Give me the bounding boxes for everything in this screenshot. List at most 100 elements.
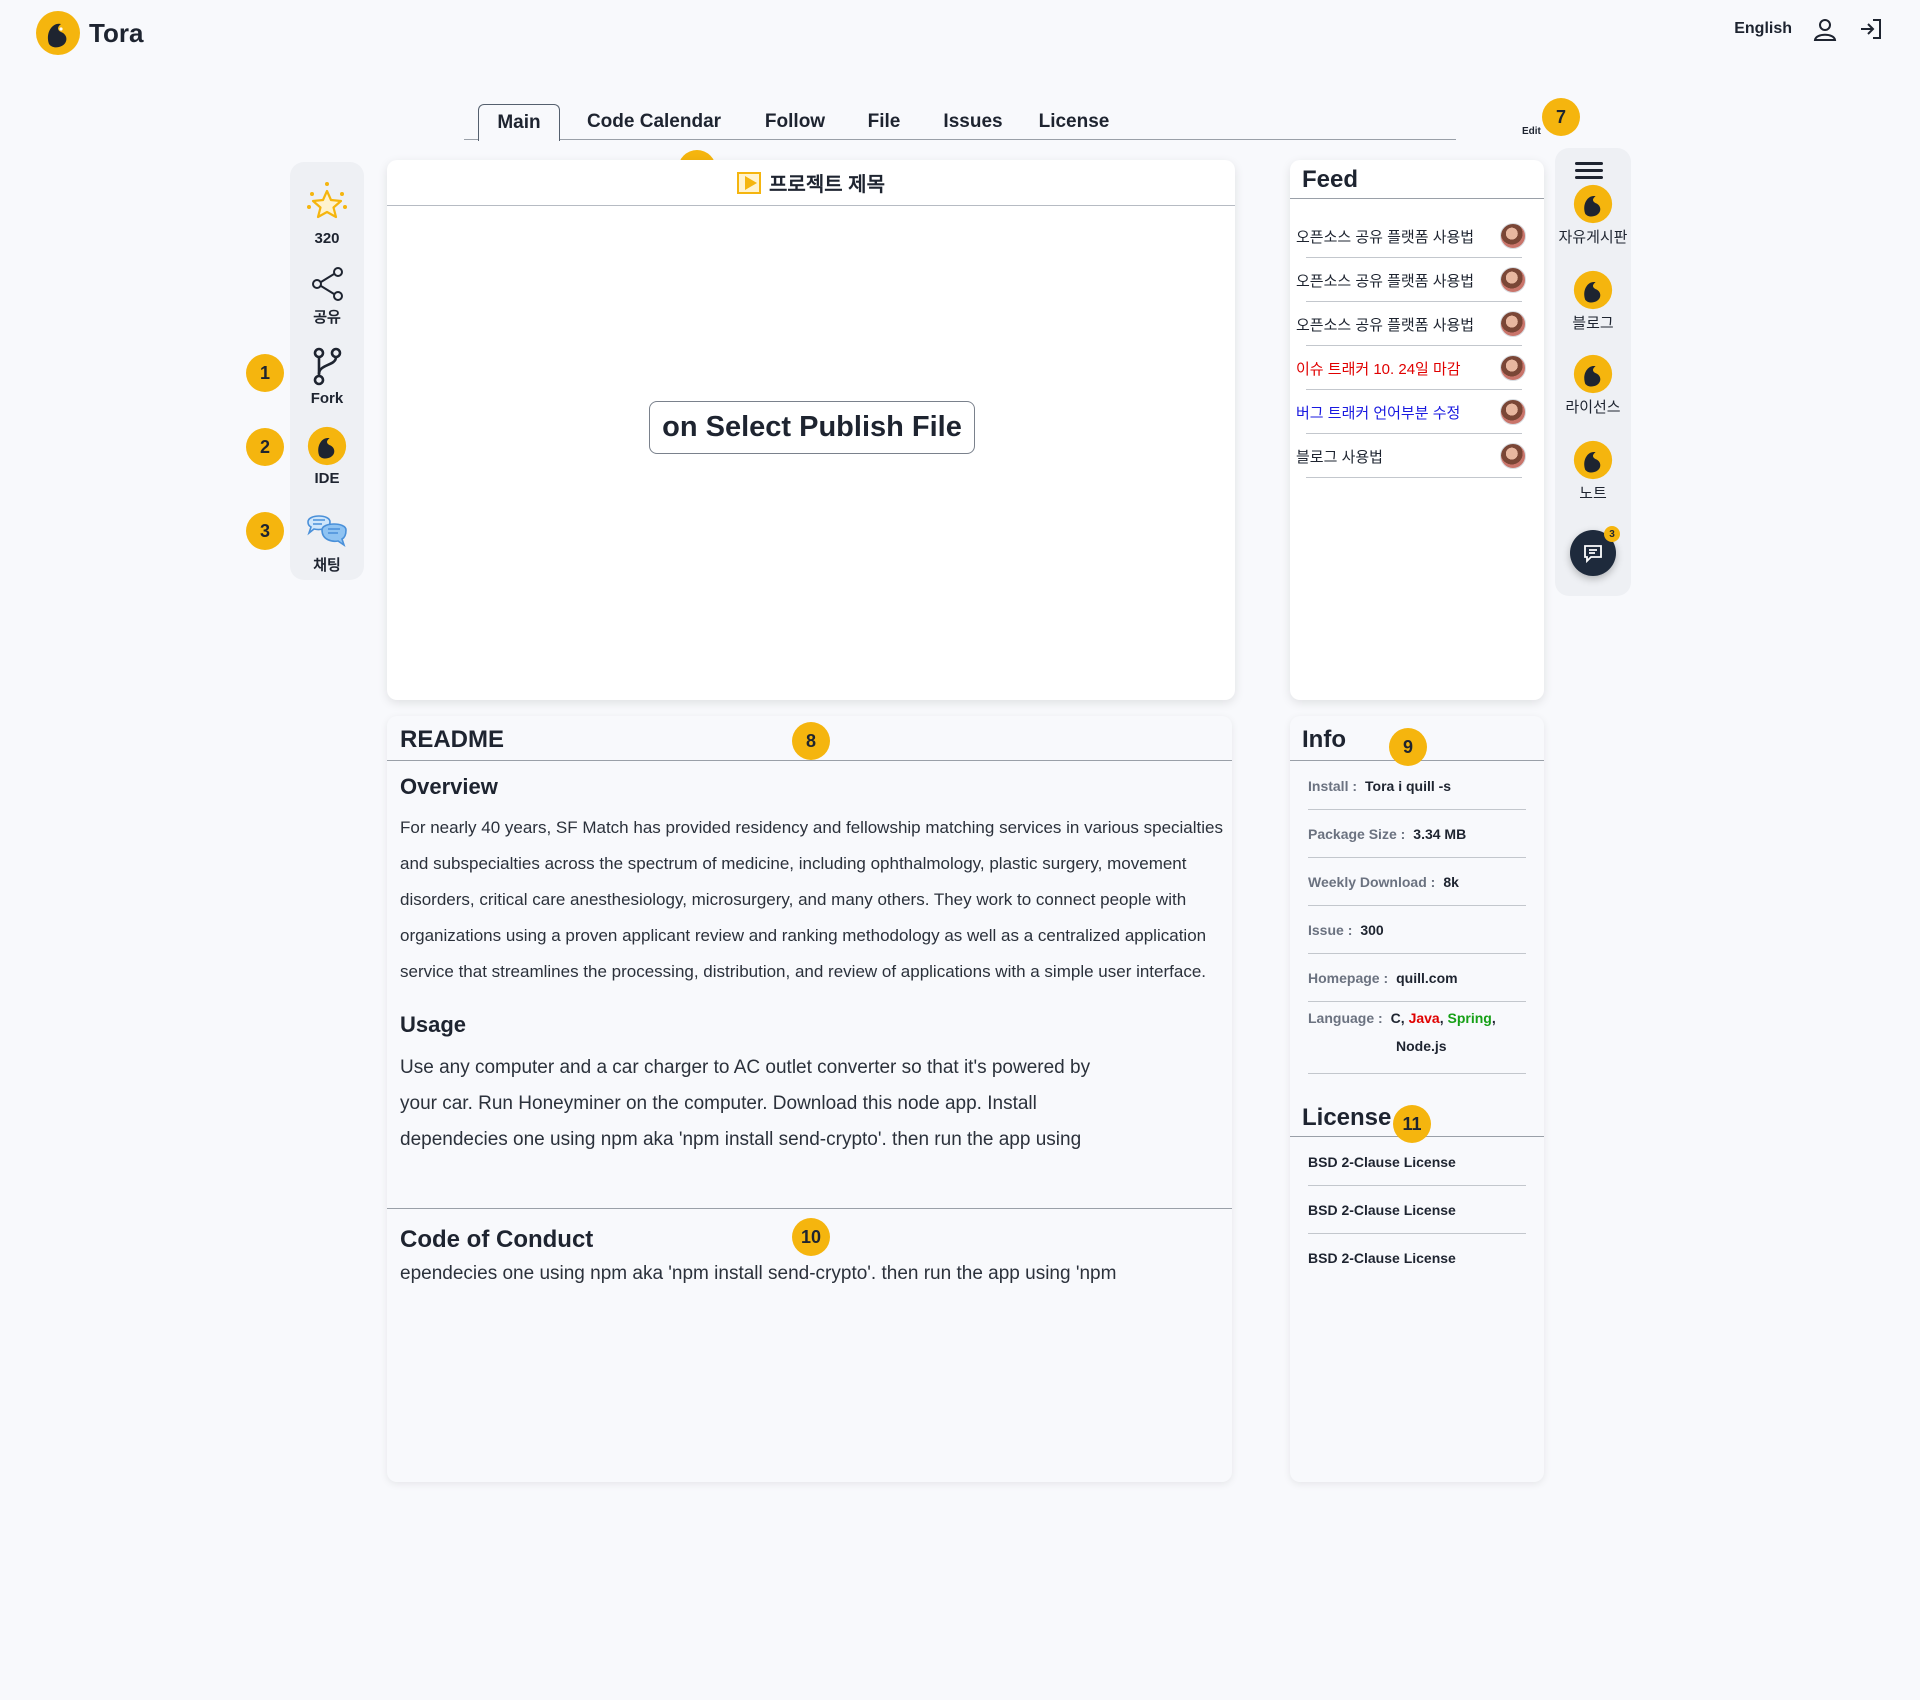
nav-note[interactable]: 노트 — [1555, 440, 1631, 503]
badge-7: 7 — [1542, 98, 1580, 136]
language-tag: C — [1390, 1010, 1401, 1026]
tab-issues[interactable]: Issues — [932, 104, 1014, 140]
share-label: 공유 — [313, 309, 341, 326]
project-title-bar: 프로젝트 제목 — [387, 160, 1235, 206]
conduct-heading: Code of Conduct — [400, 1226, 594, 1253]
ide-label: IDE — [314, 470, 340, 487]
language-selector[interactable]: English — [1734, 20, 1792, 38]
star-count: 320 — [314, 230, 340, 247]
info-value: 3.34 MB — [1413, 826, 1467, 842]
tab-follow[interactable]: Follow — [750, 104, 840, 140]
right-nav-rail: 자유게시판 블로그 라이선스 노트 3 — [1555, 148, 1631, 596]
nav-label: 블로그 — [1572, 315, 1614, 332]
info-value: 300 — [1360, 922, 1384, 938]
tora-board-icon — [1573, 184, 1613, 224]
feed-item-text: 블로그 사용법 — [1296, 448, 1383, 466]
tab-file[interactable]: File — [856, 104, 912, 140]
conduct-text: ependecies one using npm aka 'npm instal… — [400, 1263, 1117, 1284]
edit-link[interactable]: Edit — [1522, 126, 1541, 137]
feed-item-text: 이슈 트래커 10. 24일 마감 — [1296, 360, 1461, 378]
overview-line: disorders, critical care anesthesiology,… — [400, 890, 1187, 909]
badge-10: 10 — [792, 1218, 830, 1256]
avatar — [1500, 443, 1526, 469]
feed-item[interactable]: 이슈 트래커 10. 24일 마감 — [1296, 346, 1530, 390]
nav-license[interactable]: 라이선스 — [1555, 354, 1631, 417]
license-item[interactable]: BSD 2-Clause License — [1308, 1138, 1526, 1186]
feed-item[interactable]: 버그 트래커 언어부분 수정 — [1296, 390, 1530, 434]
info-install-row: Install : Tora i quill -s — [1308, 762, 1526, 810]
nav-label: 자유게시판 — [1558, 229, 1628, 246]
info-value: 8k — [1443, 874, 1459, 890]
language-tag: Spring — [1447, 1010, 1492, 1026]
info-value: Tora i quill -s — [1365, 778, 1452, 794]
feed-item[interactable]: 오픈소스 공유 플랫폼 사용법 — [1296, 214, 1530, 258]
badge-1: 1 — [246, 354, 284, 392]
info-package-size-row: Package Size : 3.34 MB — [1308, 810, 1526, 858]
select-publish-file-button[interactable]: on Select Publish File — [649, 401, 975, 454]
homepage-link[interactable]: quill.com — [1396, 970, 1457, 986]
info-key: Issue : — [1308, 922, 1353, 938]
chat-fab-button[interactable]: 3 — [1570, 526, 1620, 576]
feed-item[interactable]: 블로그 사용법 — [1296, 434, 1530, 478]
login-icon[interactable] — [1858, 16, 1884, 42]
fork-icon — [313, 347, 342, 386]
license-item[interactable]: BSD 2-Clause License — [1308, 1186, 1526, 1234]
ide-button[interactable]: IDE — [290, 426, 364, 487]
info-title: Info — [1302, 726, 1346, 753]
message-icon — [1584, 545, 1602, 564]
feed-item[interactable]: 오픈소스 공유 플랫폼 사용법 — [1296, 302, 1530, 346]
project-title: 프로젝트 제목 — [769, 174, 885, 196]
feed-item-text: 오픈소스 공유 플랫폼 사용법 — [1296, 272, 1475, 290]
star-button[interactable]: 320 — [290, 180, 364, 247]
badge-3: 3 — [246, 512, 284, 550]
feed-divider — [1290, 198, 1544, 199]
language-tag: Java — [1408, 1010, 1440, 1026]
tab-main[interactable]: Main — [478, 104, 560, 141]
fork-button[interactable]: Fork — [290, 346, 364, 407]
chat-button[interactable]: 채팅 — [290, 508, 364, 575]
license-item[interactable]: BSD 2-Clause License — [1308, 1234, 1526, 1282]
chat-label: 채팅 — [313, 557, 341, 574]
readme-panel: README Overview For nearly 40 years, SF … — [387, 716, 1232, 1482]
info-issue-row: Issue : 300 — [1308, 906, 1526, 954]
license-name: BSD 2-Clause License — [1308, 1202, 1456, 1218]
overview-line: organizations using a proven applicant r… — [400, 926, 1207, 945]
logo[interactable]: Tora — [35, 10, 143, 56]
info-homepage-row: Homepage : quill.com — [1308, 954, 1526, 1002]
tora-note-icon — [1573, 440, 1613, 480]
app-name: Tora — [89, 17, 144, 48]
overview-line: service that streamlines the processing,… — [400, 962, 1206, 981]
readme-divider — [387, 760, 1232, 761]
menu-icon[interactable] — [1575, 162, 1603, 180]
share-button[interactable]: 공유 — [290, 266, 364, 327]
nav-blog[interactable]: 블로그 — [1555, 270, 1631, 333]
badge-8: 8 — [792, 722, 830, 760]
feed-item-text: 버그 트래커 언어부분 수정 — [1296, 404, 1461, 422]
tora-ide-icon — [307, 426, 347, 466]
fork-label: Fork — [310, 390, 344, 407]
usage-line: dependecies one using npm aka 'npm insta… — [400, 1129, 1082, 1150]
tab-license[interactable]: License — [1032, 104, 1116, 140]
chat-count-badge: 3 — [1604, 526, 1620, 542]
feed-item-text: 오픈소스 공유 플랫폼 사용법 — [1296, 228, 1475, 246]
tab-bar: Main Code Calendar Follow File Issues Li… — [464, 104, 1456, 141]
badge-2: 2 — [246, 428, 284, 466]
left-action-rail: 320 공유 Fork IDE 채팅 — [290, 162, 364, 580]
overview-line: For nearly 40 years, SF Match has provid… — [400, 818, 1223, 837]
tab-code-calendar[interactable]: Code Calendar — [574, 104, 734, 140]
chat-bubbles-icon — [307, 515, 347, 547]
star-icon — [307, 182, 347, 219]
feed-title: Feed — [1302, 166, 1359, 193]
play-icon[interactable] — [737, 171, 762, 194]
header-actions: English — [1734, 16, 1884, 42]
usage-line: your car. Run Honeyminer on the computer… — [400, 1093, 1037, 1114]
usage-line: Use any computer and a car charger to AC… — [400, 1057, 1091, 1078]
user-icon[interactable] — [1812, 16, 1838, 42]
feed-item[interactable]: 오픈소스 공유 플랫폼 사용법 — [1296, 258, 1530, 302]
badge-9: 9 — [1389, 728, 1427, 766]
info-key: Language : — [1308, 1010, 1383, 1026]
nav-free-board[interactable]: 자유게시판 — [1555, 184, 1631, 247]
nav-label: 라이선스 — [1565, 399, 1621, 416]
usage-heading: Usage — [400, 1012, 467, 1037]
avatar — [1500, 355, 1526, 381]
